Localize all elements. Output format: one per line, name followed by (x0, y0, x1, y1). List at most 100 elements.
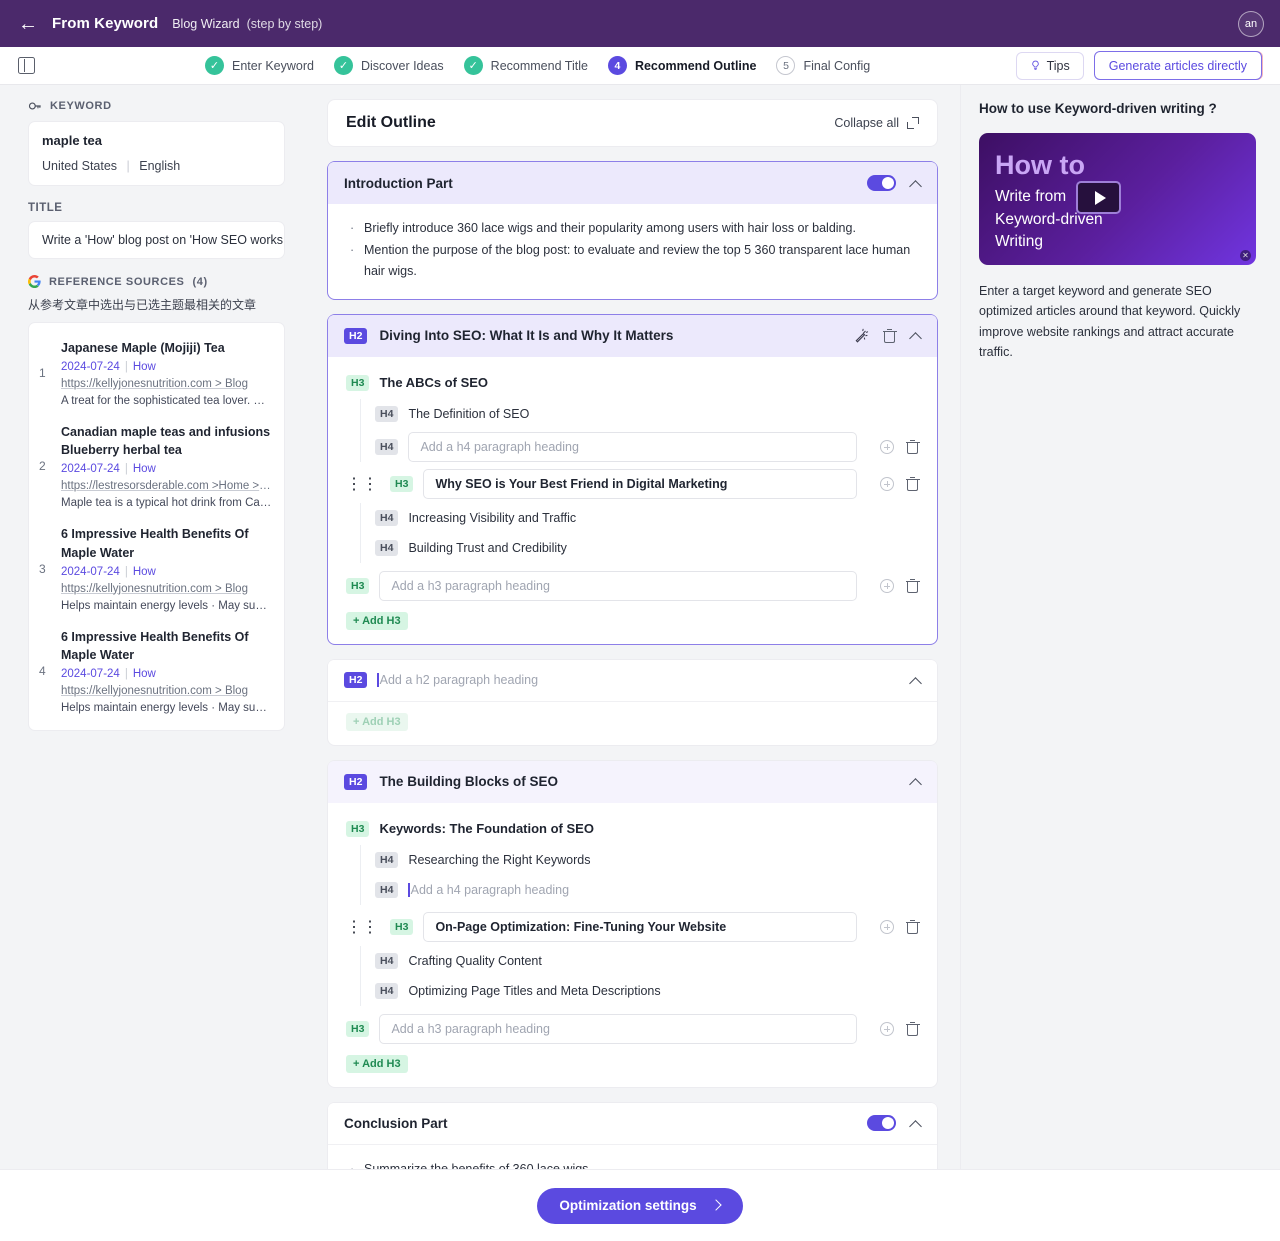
list-item[interactable]: 4 6 Impressive Health Benefits Of Maple … (39, 618, 272, 720)
chevron-right-icon (712, 1201, 721, 1210)
step-marker: ✓ (463, 56, 483, 75)
title-value[interactable]: Write a 'How' blog post on 'How SEO work… (28, 221, 285, 259)
reference-number: 4 (39, 663, 46, 678)
reference-list: 1 Japanese Maple (Mojiji) Tea 2024-07-24… (28, 322, 285, 731)
list-item[interactable]: 3 6 Impressive Health Benefits Of Maple … (39, 515, 272, 617)
h4-title: Crafting Quality Content (408, 953, 542, 968)
h4-title: Optimizing Page Titles and Meta Descript… (408, 983, 661, 998)
reference-url[interactable]: https://lestresorsderable.com >Home >Dri… (61, 480, 272, 492)
chevron-up-icon[interactable] (910, 675, 921, 686)
h2-input[interactable]: Add a h2 paragraph heading (377, 665, 910, 696)
delete-icon[interactable] (905, 919, 920, 934)
help-panel-description: Enter a target keyword and generate SEO … (979, 284, 1241, 359)
h3-input[interactable]: Add a h3 paragraph heading (379, 1013, 857, 1044)
reference-snippet: Maple tea is a typical hot drink from Ca… (61, 497, 272, 510)
h4-row[interactable]: H4 Optimizing Page Titles and Meta Descr… (375, 976, 919, 1006)
reference-meta: 2024-07-24 | How (61, 667, 156, 680)
magic-wand-icon[interactable] (854, 328, 869, 343)
reference-url[interactable]: https://kellyjonesnutrition.com > Blog (61, 378, 272, 390)
h4-row[interactable]: H4 Researching the Right Keywords (375, 845, 919, 875)
add-h3-button[interactable]: + Add H3 (346, 611, 408, 630)
list-item[interactable]: 2 Canadian maple teas and infusions Blue… (39, 413, 272, 515)
h4-group: H4 The Definition of SEO H4 Add a h4 par… (360, 398, 920, 462)
add-icon[interactable] (880, 1021, 894, 1036)
h3-input[interactable]: On-Page Optimization: Fine-Tuning Your W… (423, 911, 857, 942)
reference-date: 2024-07-24 (61, 565, 120, 578)
back-arrow-icon[interactable]: ← (18, 14, 38, 34)
h3-row[interactable]: H3 The ABCs of SEO (346, 369, 919, 397)
h4-row[interactable]: H4 Crafting Quality Content (375, 946, 919, 976)
tips-button[interactable]: Tips (1015, 51, 1084, 80)
video-subline-3: Writing (995, 233, 1043, 251)
chevron-up-icon[interactable] (910, 178, 921, 189)
section-title[interactable]: The Building Blocks of SEO (379, 774, 558, 789)
h3-input[interactable]: Why SEO is Your Best Friend in Digital M… (423, 468, 857, 499)
step-label: Final Config (803, 58, 871, 73)
delete-icon[interactable] (905, 439, 920, 454)
bottom-action-bar: Optimization settings (0, 1169, 1280, 1241)
conclusion-toggle[interactable] (867, 1115, 896, 1132)
delete-icon[interactable] (905, 578, 920, 593)
step-final-config[interactable]: 5 Final Config (776, 56, 870, 75)
key-icon (28, 102, 41, 110)
h3-input[interactable]: Add a h3 paragraph heading (379, 570, 857, 601)
chevron-up-icon[interactable] (910, 1118, 921, 1129)
step-marker: 4 (607, 56, 627, 75)
step-recommend-title[interactable]: ✓ Recommend Title (463, 56, 588, 75)
collapse-all-button[interactable]: Collapse all (834, 116, 919, 130)
section-title[interactable]: Diving Into SEO: What It Is and Why It M… (379, 328, 673, 343)
heading-level-tag: H3 (390, 475, 414, 492)
tutorial-video-thumbnail[interactable]: How to Write from Keyword-driven Writing… (979, 133, 1256, 265)
h4-title: Building Trust and Credibility (408, 540, 567, 555)
heading-level-tag: H3 (346, 1020, 370, 1037)
conclusion-title: Conclusion Part (344, 1115, 448, 1131)
reference-section-header: REFERENCE SOURCES (4) (28, 275, 285, 288)
chevron-up-icon[interactable] (910, 330, 921, 341)
close-icon[interactable]: ✕ (1240, 250, 1251, 261)
optimization-settings-button[interactable]: Optimization settings (537, 1187, 743, 1224)
h4-input[interactable]: Add a h4 paragraph heading (408, 431, 857, 462)
heading-level-tag: H4 (375, 982, 399, 999)
heading-level-tag: H3 (346, 374, 370, 391)
delete-icon[interactable] (905, 476, 920, 491)
introduction-toggle[interactable] (867, 175, 896, 191)
add-icon[interactable] (880, 919, 894, 934)
step-label: Enter Keyword (232, 58, 314, 73)
add-icon[interactable] (880, 439, 894, 454)
reference-meta: 2024-07-24 | How (61, 463, 156, 476)
add-icon[interactable] (880, 476, 894, 491)
generate-articles-button[interactable]: Generate articles directly (1093, 51, 1262, 80)
add-h3-button[interactable]: + Add H3 (346, 712, 408, 731)
step-recommend-outline[interactable]: 4 Recommend Outline (607, 56, 756, 75)
step-enter-keyword[interactable]: ✓ Enter Keyword (205, 56, 314, 75)
step-discover-ideas[interactable]: ✓ Discover Ideas (333, 56, 444, 75)
chevron-up-icon[interactable] (910, 776, 921, 787)
h4-row-empty[interactable]: H4 Add a h4 paragraph heading (375, 874, 919, 905)
reference-url[interactable]: https://kellyjonesnutrition.com > Blog (61, 583, 272, 595)
play-icon[interactable] (1076, 181, 1121, 214)
add-h3-button[interactable]: + Add H3 (346, 1054, 408, 1073)
delete-section-icon[interactable] (882, 328, 897, 343)
panel-toggle-icon[interactable] (18, 57, 35, 74)
h4-title: Researching the Right Keywords (408, 852, 591, 867)
keyword-card[interactable]: maple tea United States | English (28, 121, 285, 186)
reference-type: How (132, 361, 156, 374)
list-item[interactable]: 1 Japanese Maple (Mojiji) Tea 2024-07-24… (39, 329, 272, 413)
avatar[interactable]: an (1238, 10, 1264, 37)
h4-row[interactable]: H4 The Definition of SEO (375, 399, 919, 429)
list-item: · Briefly introduce 360 lace wigs and the… (350, 218, 917, 238)
keyword-section-label: KEYWORD (50, 100, 112, 112)
drag-handle-icon[interactable]: ⋮⋮ (346, 917, 378, 937)
heading-level-tag: H4 (375, 438, 399, 455)
outline-section-3: H2 The Building Blocks of SEO H3 Keyword… (327, 759, 938, 1088)
reference-number: 3 (39, 561, 46, 576)
h3-row[interactable]: H3 Keywords: The Foundation of SEO (346, 815, 919, 843)
h4-row[interactable]: H4 Increasing Visibility and Traffic (375, 503, 919, 533)
h4-input[interactable]: Add a h4 paragraph heading (408, 874, 919, 905)
drag-handle-icon[interactable]: ⋮⋮ (346, 474, 378, 494)
add-icon[interactable] (880, 578, 894, 593)
reference-type: How (132, 463, 156, 476)
reference-url[interactable]: https://kellyjonesnutrition.com > Blog (61, 685, 272, 697)
delete-icon[interactable] (905, 1021, 920, 1036)
h4-row[interactable]: H4 Building Trust and Credibility (375, 533, 919, 563)
